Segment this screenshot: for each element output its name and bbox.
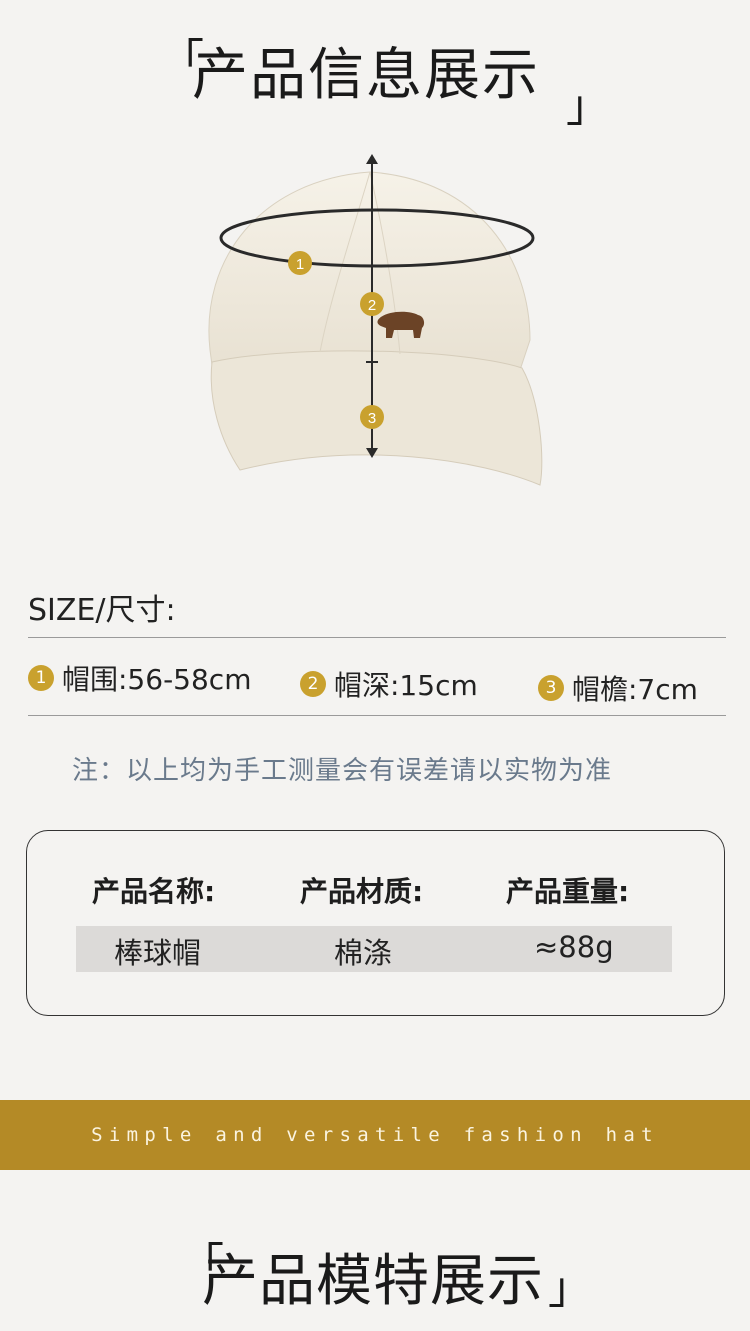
size-label: SIZE/尺寸:: [28, 593, 176, 628]
footer-bracket-close: 」: [548, 1263, 592, 1314]
measurement-note: 注：以上均为手工测量会有误差请以实物为准: [72, 756, 613, 786]
spec-circumference-text: 帽围:56-58cm: [62, 663, 252, 696]
spec-1-icon: 1: [28, 665, 54, 691]
marker-2-icon: 2: [360, 292, 384, 316]
spec-3-icon: 3: [538, 675, 564, 701]
spec-brim: 3 帽檐:7cm: [538, 668, 698, 708]
value-name: 棒球帽: [114, 936, 202, 970]
title-bracket-close: 」: [566, 81, 610, 132]
svg-text:3: 3: [368, 410, 376, 427]
marker-1-icon: 1: [288, 251, 312, 275]
divider-bottom: [28, 715, 726, 716]
header-material: 产品材质:: [300, 875, 424, 908]
section-title-models: 产品模特展示: [202, 1249, 544, 1314]
spec-depth-text: 帽深:15cm: [334, 669, 478, 702]
spec-brim-text: 帽檐:7cm: [572, 673, 698, 706]
value-material: 棉涤: [334, 936, 393, 970]
product-info-card: [26, 830, 725, 1016]
header-weight: 产品重量:: [506, 875, 630, 908]
svg-text:2: 2: [368, 297, 376, 314]
spec-2-icon: 2: [300, 671, 326, 697]
page-title: 产品信息展示: [192, 43, 540, 108]
value-weight: ≈88g: [534, 930, 614, 964]
hat-measurement-diagram: 1 2 3: [208, 154, 543, 486]
hat-crown: [208, 171, 531, 371]
spec-circumference: 1 帽围:56-58cm: [28, 658, 251, 698]
spec-depth: 2 帽深:15cm: [300, 664, 478, 704]
svg-text:1: 1: [296, 256, 304, 273]
slogan-text: Simple and versatile fashion hat: [91, 1124, 659, 1146]
divider-top: [28, 637, 726, 638]
marker-3-icon: 3: [360, 405, 384, 429]
header-name: 产品名称:: [92, 875, 216, 908]
